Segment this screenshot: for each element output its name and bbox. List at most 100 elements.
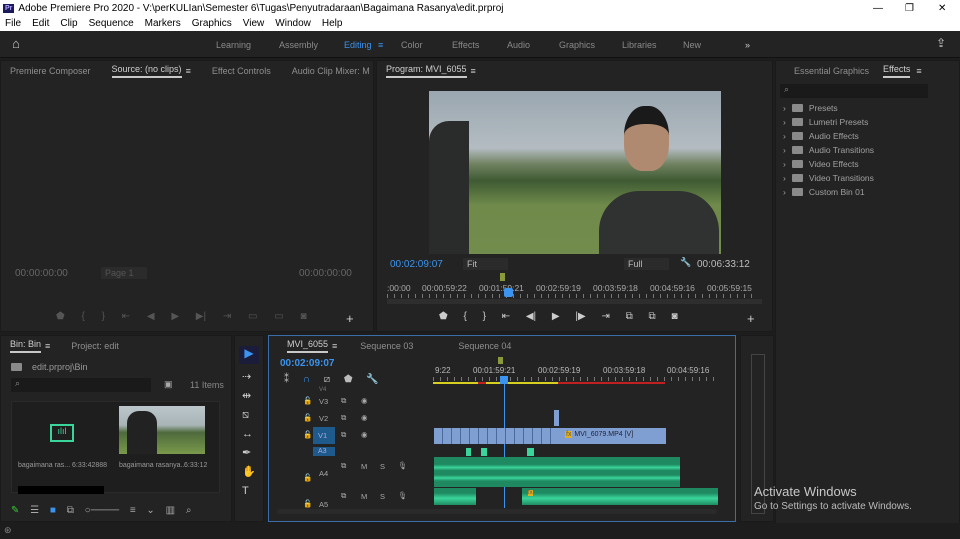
page-select[interactable]: Page 1 xyxy=(101,267,147,279)
add-button-icon[interactable]: + xyxy=(346,311,354,326)
workspace-color[interactable]: Color xyxy=(401,40,423,50)
maximize-button[interactable]: ❐ xyxy=(905,3,914,14)
program-title[interactable]: Program: MVI_6055 xyxy=(386,64,467,78)
tool-icons[interactable]: ⇢ ⇹ ⧅ ↔ ✒ ✋ T xyxy=(242,368,256,501)
panel-menu-icon[interactable]: ≡ xyxy=(332,341,337,351)
program-timecode[interactable]: 00:02:09:07 xyxy=(390,259,443,270)
creative-cloud-icon[interactable]: ⊛ xyxy=(4,525,12,535)
tab-effect-controls[interactable]: Effect Controls xyxy=(212,66,271,76)
effects-item-video-transitions[interactable]: › Video Transitions xyxy=(783,173,874,183)
clip-name[interactable]: bagaimana ras... xyxy=(18,462,70,469)
workspace-new[interactable]: New xyxy=(683,40,701,50)
effects-item-presets[interactable]: › Presets xyxy=(783,103,838,113)
fit-select[interactable]: Fit xyxy=(463,258,508,270)
panel-menu-icon[interactable]: ≡ xyxy=(916,66,921,76)
tab-effects[interactable]: Effects xyxy=(883,64,911,78)
tab-sequence-mvi-6055[interactable]: MVI_6055 xyxy=(287,339,329,353)
effects-item-audio-effects[interactable]: › Audio Effects xyxy=(783,131,859,141)
audio-clip-a3[interactable] xyxy=(527,448,534,456)
tab-audio-clip-mixer[interactable]: Audio Clip Mixer: M xyxy=(292,66,370,76)
effects-item-lumetri-presets[interactable]: › Lumetri Presets xyxy=(783,117,868,127)
selection-tool-icon[interactable]: ▶ xyxy=(239,346,259,364)
zoom-scrollbar[interactable] xyxy=(387,299,762,304)
tab-sequence-04[interactable]: Sequence 04 xyxy=(458,341,511,351)
more-workspaces-icon[interactable]: » xyxy=(745,40,750,50)
audio-clip-a3[interactable] xyxy=(481,448,487,456)
effects-search-input[interactable]: ⌕ xyxy=(780,84,928,98)
activate-windows-subtitle: Go to Settings to activate Windows. xyxy=(754,501,912,512)
audio-clip-a4[interactable] xyxy=(434,457,680,487)
workspace-libraries[interactable]: Libraries xyxy=(622,40,657,50)
video-clip-v2[interactable] xyxy=(554,410,559,426)
tab-bin[interactable]: Bin: Bin xyxy=(10,339,42,353)
menu-file[interactable]: File xyxy=(5,18,21,29)
mute-button[interactable]: M xyxy=(361,492,367,501)
source-timecode[interactable]: 00:00:00:00 xyxy=(15,268,68,279)
menu-edit[interactable]: Edit xyxy=(32,18,49,29)
solo-button[interactable]: S xyxy=(380,492,385,501)
status-bar: ⊛ xyxy=(0,523,960,539)
tab-project[interactable]: Project: edit xyxy=(71,341,119,351)
home-icon[interactable]: ⌂ xyxy=(12,36,20,51)
menu-graphics[interactable]: Graphics xyxy=(192,18,232,29)
in-marker[interactable] xyxy=(498,357,503,364)
panel-menu-icon[interactable]: ≡ xyxy=(186,66,191,76)
tab-essential-graphics[interactable]: Essential Graphics xyxy=(794,66,869,76)
menu-clip[interactable]: Clip xyxy=(60,18,77,29)
menu-help[interactable]: Help xyxy=(322,18,343,29)
menu-sequence[interactable]: Sequence xyxy=(89,18,134,29)
folder-icon xyxy=(791,146,803,154)
workspace-assembly[interactable]: Assembly xyxy=(279,40,318,50)
video-clip-thumbnail[interactable] xyxy=(119,406,205,454)
audio-clip-a3[interactable] xyxy=(466,448,471,456)
mic-icon[interactable]: 🎙 xyxy=(398,491,408,500)
audio-clip-thumbnail[interactable]: ılıl xyxy=(50,424,74,442)
effects-item-video-effects[interactable]: › Video Effects xyxy=(783,159,859,169)
panel-menu-icon[interactable]: ≡ xyxy=(45,341,50,351)
clip-duration: 6:33:42888 xyxy=(72,462,108,469)
new-search-bin-icon[interactable]: ▣ xyxy=(164,379,173,390)
playhead[interactable] xyxy=(500,376,508,384)
tab-premiere-composer[interactable]: Premiere Composer xyxy=(10,66,91,76)
workspace-effects[interactable]: Effects xyxy=(452,40,479,50)
bin-toolbar[interactable]: ✎ ☰ ■ ⧉ ○──── ≡ ⌄ ▥ ⌕ xyxy=(11,505,191,516)
timeline-tools[interactable]: ⁑ ∩ ⧄ ⬟ 🔧 xyxy=(284,374,379,385)
effects-item-custom-bin[interactable]: › Custom Bin 01 xyxy=(783,187,865,197)
minimize-button[interactable]: — xyxy=(873,3,883,14)
solo-button[interactable]: S xyxy=(380,462,385,471)
share-icon[interactable]: ⇪ xyxy=(936,36,946,50)
ruler-label: 00:05:59:15 xyxy=(707,283,752,293)
tab-source[interactable]: Source: (no clips) xyxy=(111,64,182,78)
mute-button[interactable]: M xyxy=(361,462,367,471)
mic-icon[interactable]: 🎙 xyxy=(398,461,408,470)
close-button[interactable]: ✕ xyxy=(938,3,946,14)
panel-menu-icon[interactable]: ≡ xyxy=(471,66,476,76)
in-marker[interactable] xyxy=(500,273,505,281)
program-transport-controls[interactable]: ⬟ { } ⇤ ◀| ▶ |▶ ⇥ ⧉ ⧉ ◙ xyxy=(439,311,678,322)
workspace-editing[interactable]: Editing xyxy=(344,40,372,50)
workspace-menu-icon[interactable]: ≡ xyxy=(378,40,383,50)
video-clip-mvi-6079[interactable]: fx MVI_6079.MP4 [V] xyxy=(559,428,666,444)
workspace-learning[interactable]: Learning xyxy=(216,40,251,50)
track-target-a3[interactable]: A3 xyxy=(313,447,335,456)
audio-clip-a5[interactable]: fx xyxy=(522,488,718,505)
settings-wrench-icon[interactable]: 🔧 xyxy=(680,257,691,268)
bin-search-input[interactable]: ⌕ xyxy=(11,378,151,392)
source-transport-controls[interactable]: ⬟ { } ⇤ ◀ ▶ ▶| ⇥ ▭ ▭ ◙ xyxy=(56,311,307,322)
menu-markers[interactable]: Markers xyxy=(145,18,181,29)
menu-window[interactable]: Window xyxy=(275,18,311,29)
timeline-scrollbar[interactable] xyxy=(277,509,717,514)
quality-select[interactable]: Full xyxy=(624,258,669,270)
playhead[interactable] xyxy=(504,288,513,297)
track-target-v1[interactable]: V1 xyxy=(313,427,335,444)
audio-clip-a5[interactable] xyxy=(434,488,476,505)
add-button-icon[interactable]: + xyxy=(747,311,755,326)
timeline-timecode[interactable]: 00:02:09:07 xyxy=(280,358,334,369)
workspace-graphics[interactable]: Graphics xyxy=(559,40,595,50)
menu-view[interactable]: View xyxy=(243,18,265,29)
tab-sequence-03[interactable]: Sequence 03 xyxy=(360,341,413,351)
effects-item-audio-transitions[interactable]: › Audio Transitions xyxy=(783,145,874,155)
clip-name[interactable]: bagaimana rasanya... xyxy=(119,462,186,469)
clip-thumbnail[interactable] xyxy=(18,486,104,494)
workspace-audio[interactable]: Audio xyxy=(507,40,530,50)
